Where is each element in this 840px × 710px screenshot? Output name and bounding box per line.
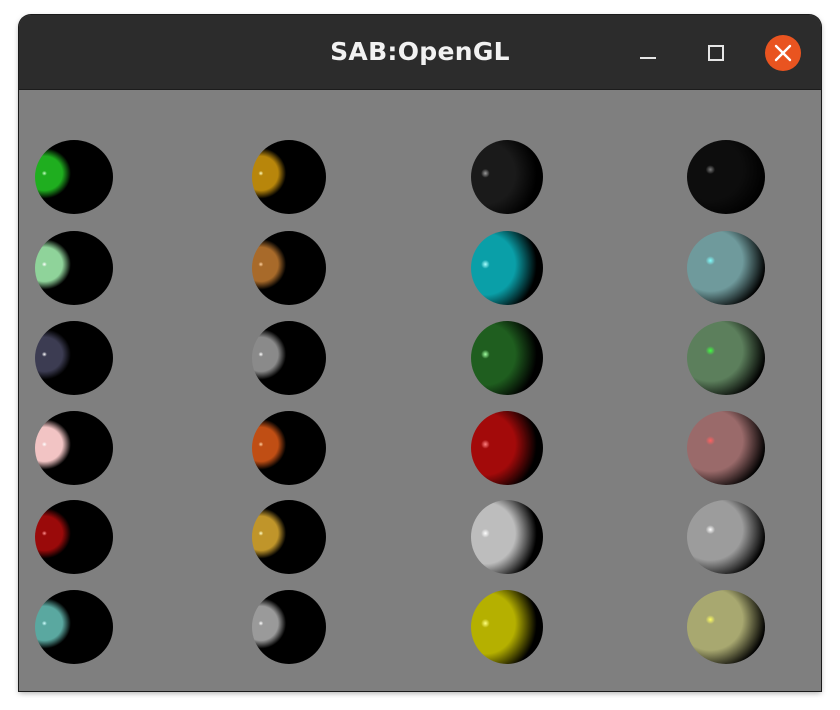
close-button[interactable] (765, 35, 801, 71)
sphere-r2-c3 (471, 231, 543, 305)
title-bar[interactable]: SAB:OpenGL (19, 15, 821, 90)
sphere-r5-c2 (252, 500, 326, 574)
sphere-r4-c1 (35, 411, 113, 485)
sphere-r1-c1 (35, 140, 113, 214)
maximize-icon (708, 45, 724, 61)
sphere-r4-c3 (471, 411, 543, 485)
maximize-button[interactable] (697, 35, 733, 71)
sphere-r4-c2 (252, 411, 326, 485)
sphere-r2-c2 (252, 231, 326, 305)
sphere-r3-c1 (35, 321, 113, 395)
minimize-button[interactable] (630, 35, 666, 71)
sphere-r4-c4 (687, 411, 765, 485)
sphere-r3-c4 (687, 321, 765, 395)
sphere-r3-c3 (471, 321, 543, 395)
sphere-r1-c4 (687, 140, 765, 214)
sphere-r1-c2 (252, 140, 326, 214)
sphere-r5-c4 (687, 500, 765, 574)
app-window: SAB:OpenGL (19, 15, 821, 691)
sphere-r2-c4 (687, 231, 765, 305)
sphere-r6-c3 (471, 590, 543, 664)
sphere-r6-c2 (252, 590, 326, 664)
sphere-r2-c1 (35, 231, 113, 305)
close-icon (774, 44, 792, 62)
sphere-r1-c3 (471, 140, 543, 214)
opengl-canvas[interactable] (19, 90, 821, 691)
sphere-r5-c3 (471, 500, 543, 574)
sphere-grid (35, 140, 765, 664)
sphere-r6-c1 (35, 590, 113, 664)
sphere-r5-c1 (35, 500, 113, 574)
minimize-icon (640, 57, 656, 59)
sphere-r3-c2 (252, 321, 326, 395)
sphere-r6-c4 (687, 590, 765, 664)
